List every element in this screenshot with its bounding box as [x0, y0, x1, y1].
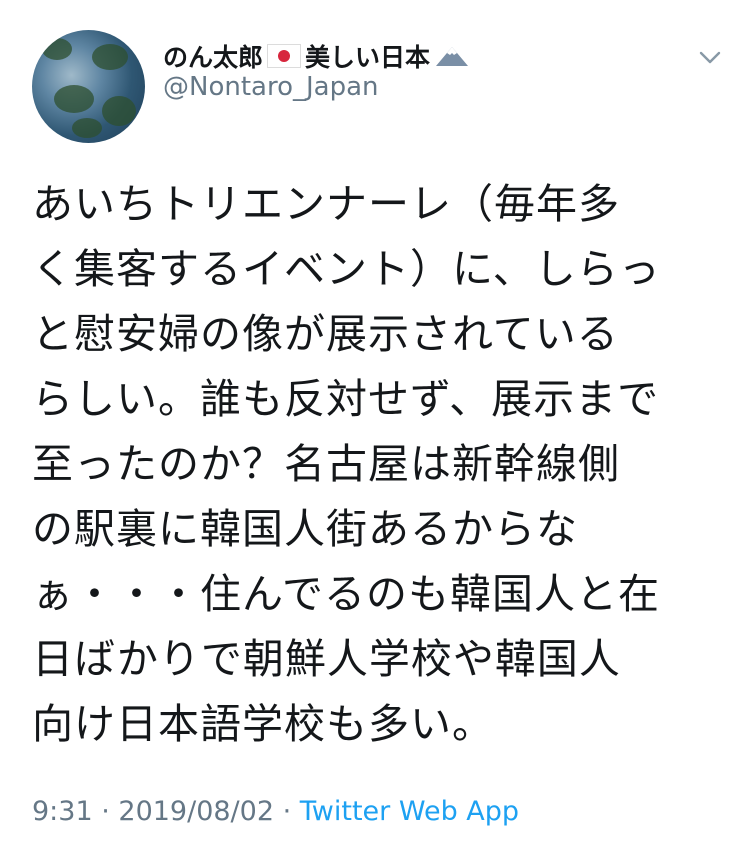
tweet-text-line: の駅裏に韓国人街あるからな [32, 505, 578, 553]
tweet-text-line: らしい。誰も反対せず、展示まで [32, 375, 660, 423]
tweet-meta: 9:31 · 2019/08/02 · Twitter Web App [32, 796, 519, 827]
user-handle[interactable]: @Nontaro_Japan [163, 72, 379, 102]
tweet-text: あいちトリエンナーレ（毎年多 く集客するイベント）に、しらっ と慰安婦の像が展示… [32, 172, 732, 757]
avatar[interactable] [32, 30, 145, 143]
tweet-text-line: ぁ・・・住んでるのも韓国人と在 [32, 570, 660, 618]
source-app-link[interactable]: Twitter Web App [300, 796, 519, 827]
tweet-time[interactable]: 9:31 [32, 796, 93, 827]
japan-flag-icon [267, 44, 302, 68]
tweet-text-line: 向け日本語学校も多い。 [32, 700, 494, 748]
tweet-text-line: 日ばかりで朝鮮人学校や韓国人 [32, 635, 621, 683]
tweet-card: のん太郎 美しい日本 @Nontaro_Japan あいちトリエンナーレ（毎年多… [0, 0, 750, 854]
display-name-suffix: 美しい日本 [305, 43, 431, 72]
mountain-icon [436, 47, 469, 66]
tweet-text-line: と慰安婦の像が展示されている [32, 310, 619, 358]
tweet-text-line: あいちトリエンナーレ（毎年多 [32, 180, 620, 228]
chevron-down-icon[interactable] [697, 44, 723, 70]
meta-separator: · [274, 796, 300, 827]
tweet-text-line: く集客するイベント）に、しらっ [32, 245, 661, 293]
tweet-date[interactable]: 2019/08/02 [118, 796, 274, 827]
tweet-text-line: 至ったのか？名古屋は新幹線側 [32, 440, 620, 488]
display-name[interactable]: のん太郎 美しい日本 [163, 36, 470, 76]
meta-separator: · [92, 796, 119, 827]
display-name-text: のん太郎 [163, 43, 264, 72]
